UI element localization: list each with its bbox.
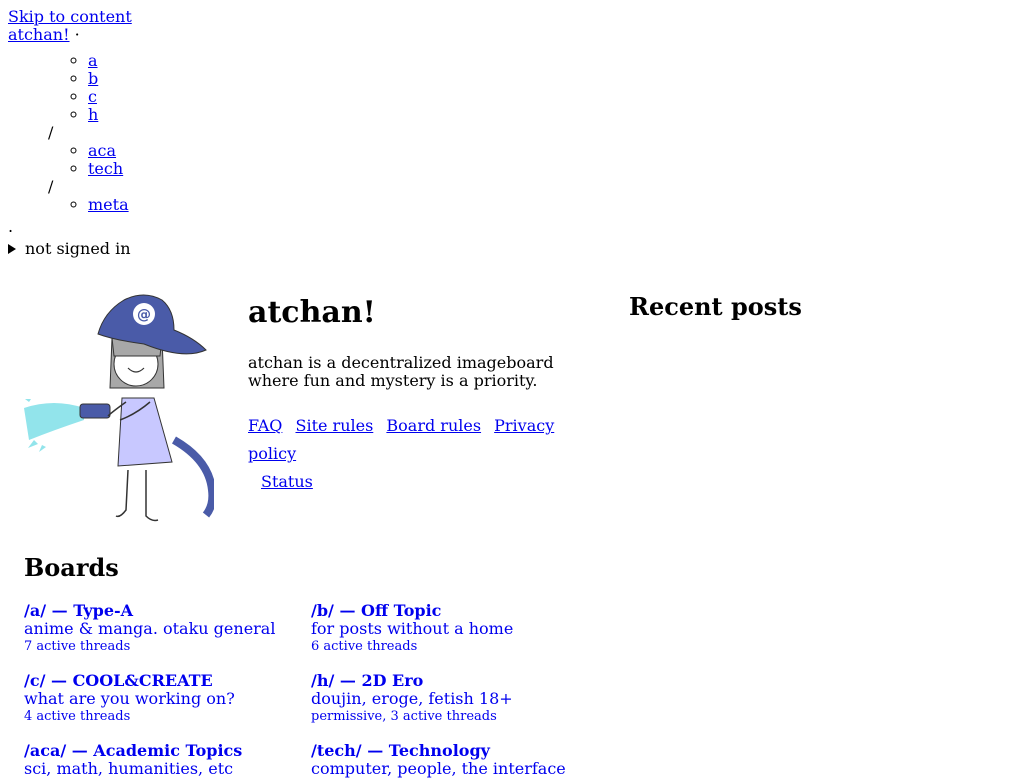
board-card-a[interactable]: /a/ — Type-A anime & manga. otaku genera… [24,602,304,656]
site-separator: · [74,25,80,44]
board-name: /c/ — COOL&CREATE [24,671,213,690]
site-description: atchan is a decentralized imageboard whe… [248,353,554,390]
board-nav-group-2: aca tech [48,142,132,178]
faq-link[interactable]: FAQ [248,416,282,435]
board-rules-link[interactable]: Board rules [386,416,481,435]
board-activity: 7 active threads [24,639,131,654]
nav-link-h[interactable]: h [88,105,98,124]
board-description: sci, math, humanities, etc [24,759,234,778]
board-description: doujin, eroge, fetish 18+ [311,689,513,708]
board-description: computer, people, the interface [311,759,566,778]
board-activity: 4 active threads [24,709,131,724]
top-nav: Skip to content atchan! · a b c h / aca … [8,8,132,258]
account-status: not signed in [25,239,131,258]
skip-to-content-link[interactable]: Skip to content [8,7,132,26]
recent-posts-heading: Recent posts [629,292,802,321]
board-name: /b/ — Off Topic [311,601,442,620]
board-card-c[interactable]: /c/ — COOL&CREATE what are you working o… [24,672,304,726]
site-title: atchan! [248,295,376,330]
board-nav-group-3: meta [48,196,132,214]
board-card-tech[interactable]: /tech/ — Technology computer, people, th… [311,742,591,778]
board-nav: a b c h / aca tech / meta [8,52,132,214]
nav-link-tech[interactable]: tech [88,159,123,178]
board-card-aca[interactable]: /aca/ — Academic Topics sci, math, human… [24,742,304,778]
board-name: /tech/ — Technology [311,741,490,760]
account-disclosure[interactable]: not signed in [8,240,132,258]
site-rules-link[interactable]: Site rules [295,416,373,435]
nav-link-c[interactable]: c [88,87,97,106]
board-card-h[interactable]: /h/ — 2D Ero doujin, eroge, fetish 18+ p… [311,672,591,726]
board-activity: 6 active threads [311,639,418,654]
board-name: /aca/ — Academic Topics [24,741,243,760]
board-activity: permissive, 3 active threads [311,709,497,724]
nav-link-meta[interactable]: meta [88,195,129,214]
status-link[interactable]: Status [261,472,313,491]
svg-text:@: @ [137,307,151,323]
board-description: what are you working on? [24,689,235,708]
nav-link-a[interactable]: a [88,51,98,70]
board-card-b[interactable]: /b/ — Off Topic for posts without a home… [311,602,591,656]
boards-heading: Boards [24,553,119,582]
nav-link-aca[interactable]: aca [88,141,116,160]
disclosure-triangle-icon [8,243,16,254]
board-description: for posts without a home [311,619,514,638]
info-links: FAQ Site rules Board rules Privacy polic… [248,412,588,496]
site-home-link[interactable]: atchan! [8,25,70,44]
nav-group-separator: / [48,123,54,142]
nav-link-b[interactable]: b [88,69,98,88]
mascot-image: @ [24,294,214,522]
nav-end-dot: . [8,217,14,236]
board-name: /h/ — 2D Ero [311,671,424,690]
board-name: /a/ — Type-A [24,601,134,620]
board-nav-group-1: a b c h [48,52,132,124]
nav-group-separator: / [48,177,54,196]
board-description: anime & manga. otaku general [24,619,276,638]
